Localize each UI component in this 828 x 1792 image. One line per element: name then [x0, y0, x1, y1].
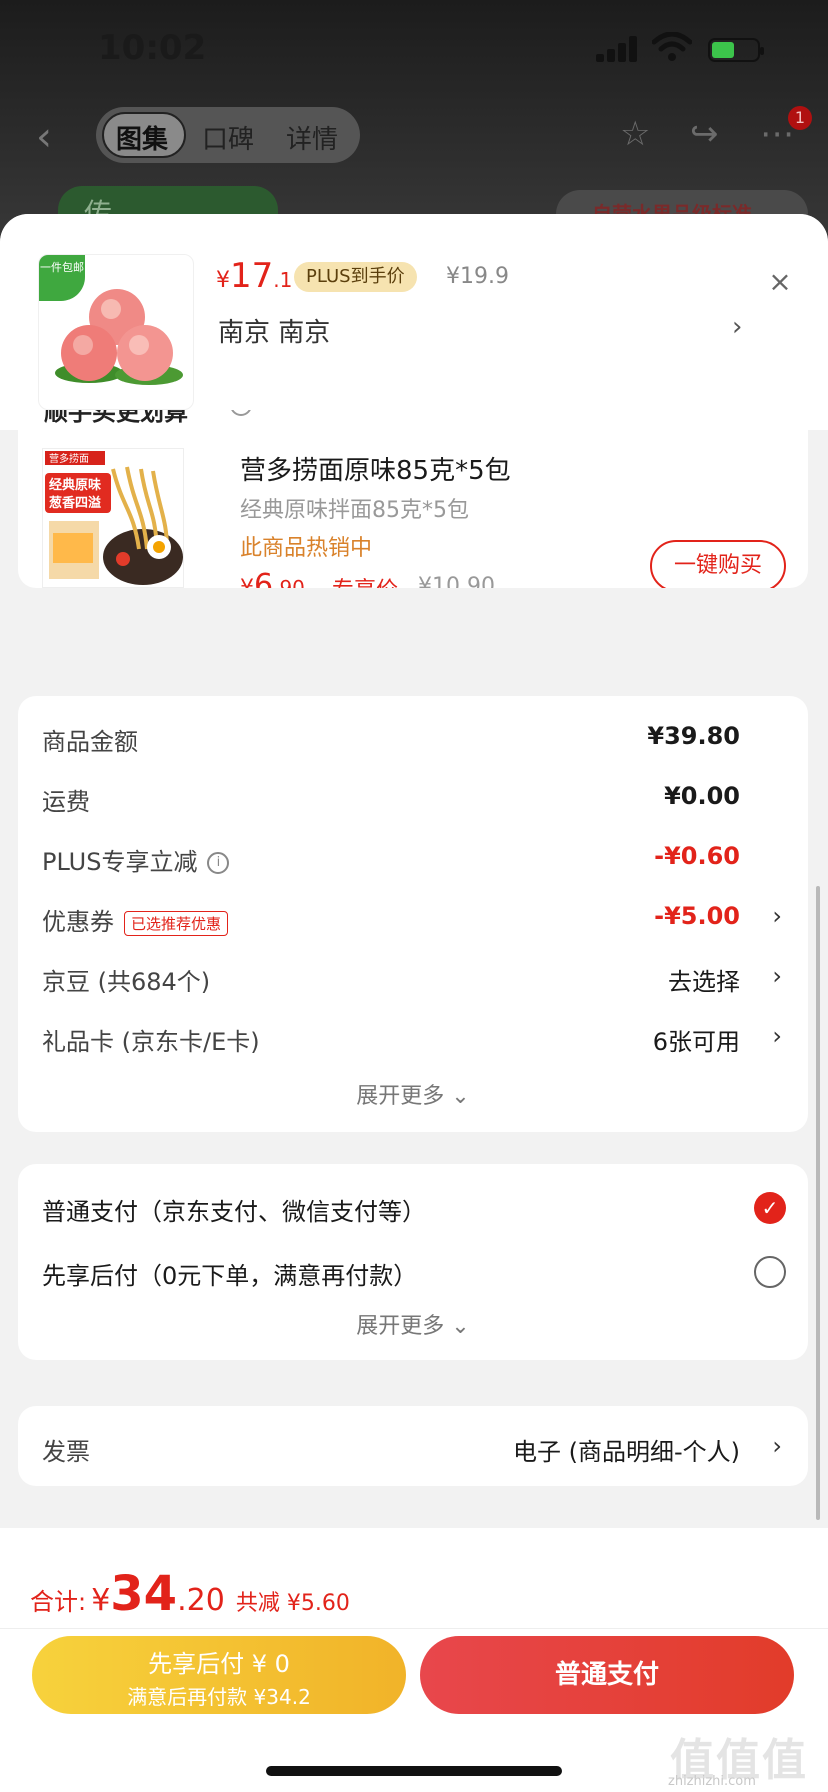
plus-price-badge: PLUS到手价	[294, 262, 417, 292]
coupon-selected-tag: 已选推荐优惠	[124, 910, 229, 936]
chevron-right-icon[interactable]: ›	[732, 312, 742, 342]
product-header: 一件包邮 ¥17.1 PLUS到手价 ¥19.9 × 南京 南京 ›	[0, 214, 828, 430]
home-indicator[interactable]	[266, 1766, 562, 1776]
footer-divider	[0, 1628, 828, 1629]
nav-segment: 图集 口碑 详情	[96, 107, 360, 163]
upsell-section-title: 顺手买更划算	[44, 410, 188, 426]
svg-text:营多捞面: 营多捞面	[49, 452, 89, 465]
star-icon[interactable]: ☆	[620, 114, 650, 154]
payment-option-pay-later[interactable]: 先享后付（0元下单，满意再付款）	[42, 1256, 417, 1291]
payment-option-standard[interactable]: 普通支付（京东支付、微信支付等）	[42, 1192, 426, 1227]
info-icon[interactable]: i	[207, 852, 230, 874]
delivery-address[interactable]: 南京 南京	[218, 312, 330, 349]
watermark: 值值值 zhizhizhi.com	[668, 1735, 808, 1789]
noodle-image: 营多捞面 经典原味 葱香四溢	[42, 448, 184, 588]
battery-icon	[708, 38, 764, 62]
tab-details[interactable]: 详情	[286, 119, 338, 156]
upsell-hot-label: 此商品热销中	[240, 536, 373, 561]
svg-text:经典原味: 经典原味	[49, 477, 101, 493]
one-click-buy-button[interactable]: 一键购买	[650, 540, 786, 588]
summary-expand-more[interactable]: 展开更多 ⌄	[18, 1078, 808, 1110]
info-icon[interactable]: i	[230, 410, 252, 416]
order-total: 合计: ¥34.20 共减 ¥5.60	[30, 1566, 350, 1622]
chevron-right-icon[interactable]: ›	[772, 902, 782, 930]
share-icon[interactable]: ↪	[690, 114, 719, 154]
chevron-right-icon[interactable]: ›	[772, 1022, 782, 1050]
upsell-card: 顺手买更划算 i 营多捞面 经典原味 葱香四溢 营多捞面原味85克*5包 经典原…	[18, 410, 808, 588]
price-summary-card: 商品金额 ¥39.80 运费 ¥0.00 PLUS专享立减 i -¥0.60 优惠…	[18, 696, 808, 1132]
svg-text:葱香四溢: 葱香四溢	[49, 495, 101, 511]
payment-expand-more[interactable]: 展开更多 ⌄	[18, 1308, 808, 1340]
payment-method-card: 普通支付（京东支付、微信支付等） ✓ 先享后付（0元下单，满意再付款） 展开更多…	[18, 1164, 808, 1360]
pay-later-button[interactable]: 先享后付 ¥ 0 满意后再付款 ¥34.2	[32, 1636, 406, 1714]
summary-row-subtotal: 商品金额 ¥39.80	[42, 722, 740, 756]
radio-checked-icon[interactable]: ✓	[754, 1192, 786, 1224]
summary-row-shipping: 运费 ¥0.00	[42, 782, 740, 816]
radio-unchecked-icon[interactable]	[754, 1256, 786, 1288]
notification-badge: 1	[788, 106, 812, 130]
upsell-product-subtitle: 经典原味拌面85克*5包	[240, 498, 469, 523]
chevron-right-icon[interactable]: ›	[772, 962, 782, 990]
checkout-footer: 合计: ¥34.20 共减 ¥5.60 先享后付 ¥ 0 满意后再付款 ¥34.…	[0, 1528, 828, 1792]
original-price: ¥19.9	[446, 264, 509, 289]
upsell-price: ¥6.90	[240, 568, 305, 588]
chevron-down-icon: ⌄	[451, 1314, 470, 1339]
summary-row-gift-card[interactable]: 礼品卡 (京东卡/E卡) 6张可用 ›	[42, 1016, 782, 1056]
upsell-product-name[interactable]: 营多捞面原味85克*5包	[240, 450, 511, 487]
product-price: ¥17.1	[216, 256, 293, 296]
invoice-card[interactable]: 发票 电子 (商品明细-个人) ›	[18, 1406, 808, 1486]
cellular-signal-icon	[596, 36, 640, 62]
invoice-row[interactable]: 发票 电子 (商品明细-个人) ›	[42, 1426, 782, 1466]
upsell-old-price: ¥10.90	[418, 574, 495, 588]
back-icon[interactable]: ‹	[36, 114, 52, 160]
wifi-icon	[652, 32, 692, 61]
nav-bar: ‹ 图集 口碑 详情 ☆ ↪ ⋯ 1	[0, 100, 828, 170]
total-savings: 共减 ¥5.60	[235, 1591, 350, 1616]
status-time: 10:02	[98, 28, 207, 68]
tab-reviews[interactable]: 口碑	[202, 119, 254, 156]
upsell-exclusive-label: 专享价	[332, 572, 398, 588]
chevron-right-icon[interactable]: ›	[772, 1432, 782, 1460]
close-icon[interactable]: ×	[766, 268, 794, 296]
summary-row-coupon[interactable]: 优惠券 已选推荐优惠 -¥5.00 ›	[42, 896, 782, 936]
standard-pay-button[interactable]: 普通支付	[420, 1636, 794, 1714]
product-thumbnail: 一件包邮	[38, 254, 194, 410]
scrollbar[interactable]	[816, 886, 820, 1520]
chevron-down-icon: ⌄	[451, 1084, 470, 1109]
tab-gallery[interactable]: 图集	[116, 119, 168, 156]
status-bar: 10:02	[0, 0, 828, 100]
summary-row-plus-discount: PLUS专享立减 i -¥0.60	[42, 842, 740, 876]
summary-row-jingdou[interactable]: 京豆 (共684个) 去选择 ›	[42, 956, 782, 996]
